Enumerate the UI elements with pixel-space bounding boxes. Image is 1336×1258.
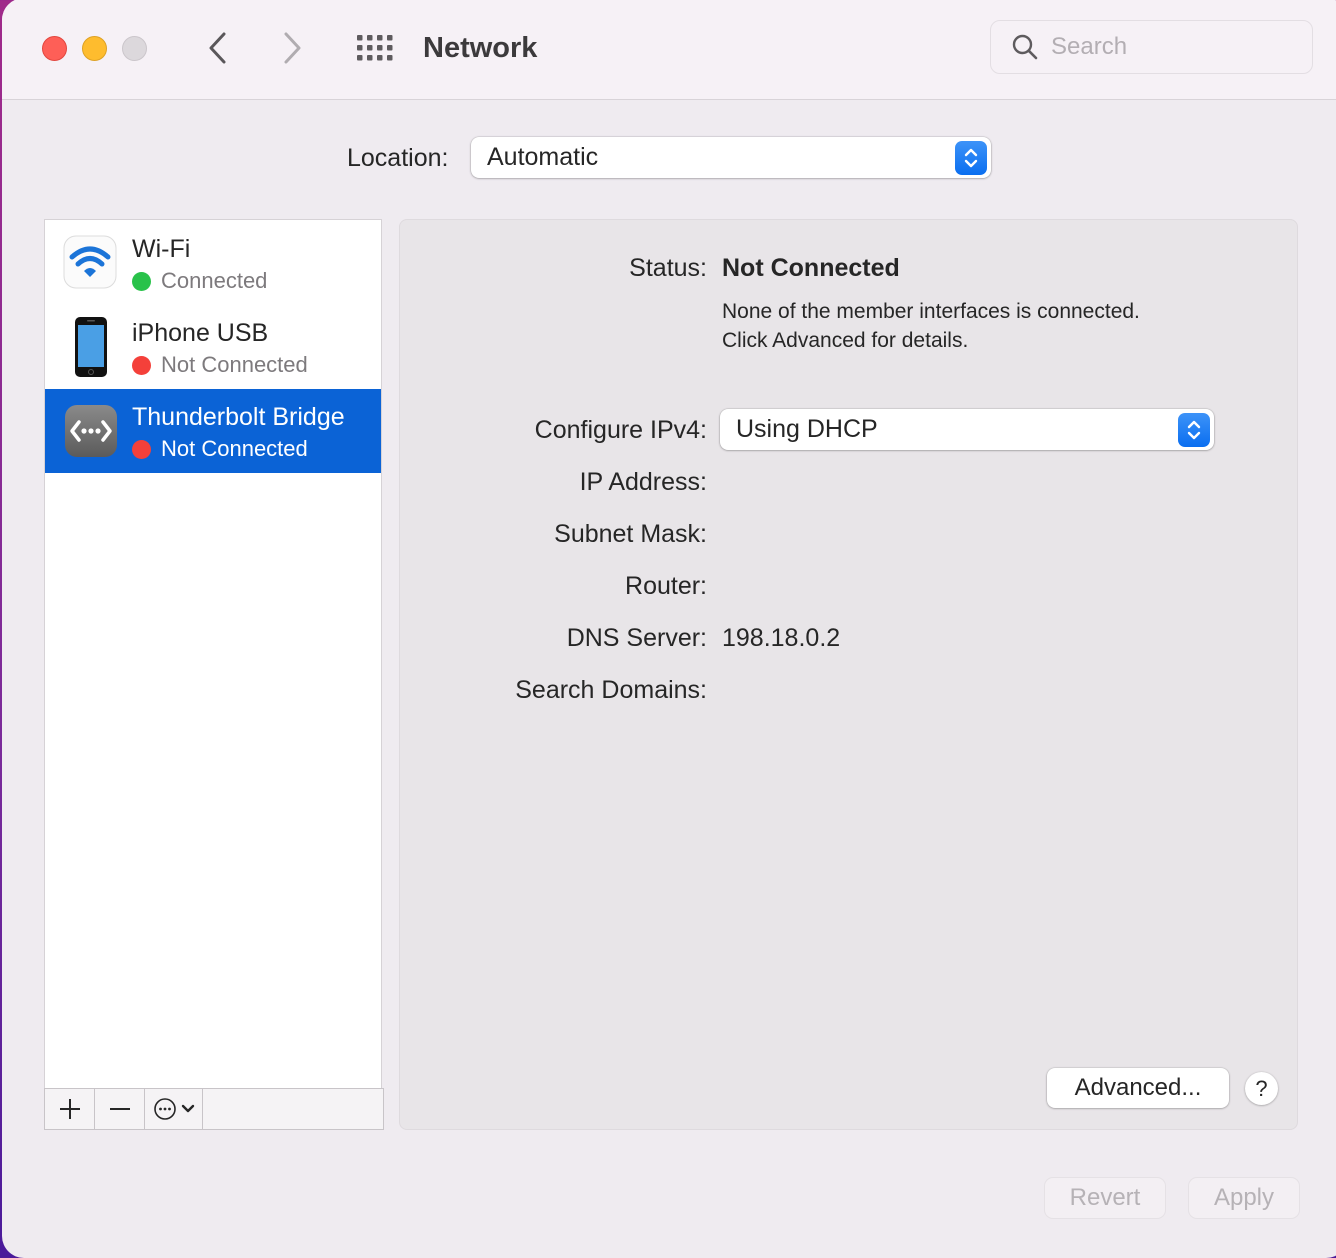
status-dot-green: [132, 271, 151, 291]
location-value: Automatic: [487, 143, 599, 171]
service-name: Thunderbolt Bridge: [132, 403, 345, 431]
chevron-left-icon: [209, 32, 226, 64]
iphone-icon: [63, 317, 119, 377]
status-dot-red: [132, 439, 151, 459]
service-name: Wi-Fi: [132, 235, 191, 263]
service-status: Not Connected: [132, 435, 308, 463]
subnet-mask-label: Subnet Mask:: [554, 520, 707, 548]
router-label: Router:: [625, 572, 707, 600]
search-field[interactable]: [990, 20, 1313, 74]
apply-button[interactable]: Apply: [1189, 1178, 1299, 1218]
service-status-text: Not Connected: [161, 436, 308, 461]
service-status-text: Connected: [161, 268, 268, 293]
configure-ipv4-label: Configure IPv4:: [534, 416, 707, 444]
search-input[interactable]: [1051, 33, 1291, 61]
service-list-toolbar: [44, 1088, 384, 1130]
minus-icon: [109, 1108, 130, 1110]
zoom-button[interactable]: [122, 36, 147, 61]
service-list: Wi-Fi Connected iPhone USB Not Connected: [44, 219, 382, 1089]
dns-server-value: 198.18.0.2: [722, 624, 841, 652]
status-dot-red: [132, 355, 151, 375]
action-menu-button[interactable]: [145, 1089, 203, 1129]
service-item-wifi[interactable]: Wi-Fi Connected: [45, 221, 381, 305]
service-status: Not Connected: [132, 351, 308, 379]
title-bar: Network: [2, 0, 1336, 100]
wifi-icon: [63, 233, 119, 293]
network-preferences-window: Network Location: Automatic Wi-Fi: [2, 0, 1336, 1258]
chevron-right-icon: [284, 32, 301, 64]
thunderbolt-bridge-icon: [63, 401, 119, 461]
plus-icon: [59, 1099, 80, 1119]
show-all-grid-icon: [357, 35, 393, 61]
status-value: Not Connected: [722, 254, 900, 282]
service-status-text: Not Connected: [161, 352, 308, 377]
close-button[interactable]: [42, 36, 67, 61]
ip-address-label: IP Address:: [579, 468, 707, 496]
minimize-button[interactable]: [82, 36, 107, 61]
chevron-down-icon: [181, 1104, 194, 1113]
window-title: Network: [423, 32, 538, 64]
forward-button[interactable]: [272, 26, 312, 70]
popup-stepper-icon: [1178, 412, 1210, 447]
service-detail-panel: Status: Not Connected None of the member…: [399, 219, 1298, 1130]
status-description: None of the member interfaces is connect…: [722, 297, 1140, 355]
configure-ipv4-value: Using DHCP: [736, 415, 878, 443]
location-popup[interactable]: Automatic: [471, 137, 991, 178]
status-description-line: None of the member interfaces is connect…: [722, 300, 1140, 323]
add-service-button[interactable]: [45, 1089, 95, 1129]
search-icon: [1012, 34, 1038, 60]
service-item-iphone-usb[interactable]: iPhone USB Not Connected: [45, 305, 381, 389]
remove-service-button[interactable]: [95, 1089, 145, 1129]
advanced-button[interactable]: Advanced...: [1047, 1068, 1229, 1108]
search-domains-label: Search Domains:: [515, 676, 707, 704]
service-name: iPhone USB: [132, 319, 269, 347]
status-description-line: Click Advanced for details.: [722, 329, 969, 352]
status-label: Status:: [629, 254, 707, 282]
show-all-button[interactable]: [352, 28, 398, 68]
revert-button[interactable]: Revert: [1045, 1178, 1165, 1218]
ellipsis-circle-icon: [153, 1098, 176, 1120]
dns-server-label: DNS Server:: [566, 624, 707, 652]
service-status: Connected: [132, 267, 267, 295]
popup-stepper-icon: [955, 140, 987, 175]
service-item-thunderbolt-bridge[interactable]: Thunderbolt Bridge Not Connected: [45, 389, 381, 473]
location-label: Location:: [347, 144, 449, 172]
configure-ipv4-popup[interactable]: Using DHCP: [720, 409, 1214, 450]
help-button[interactable]: ?: [1245, 1072, 1278, 1105]
back-button[interactable]: [198, 26, 238, 70]
